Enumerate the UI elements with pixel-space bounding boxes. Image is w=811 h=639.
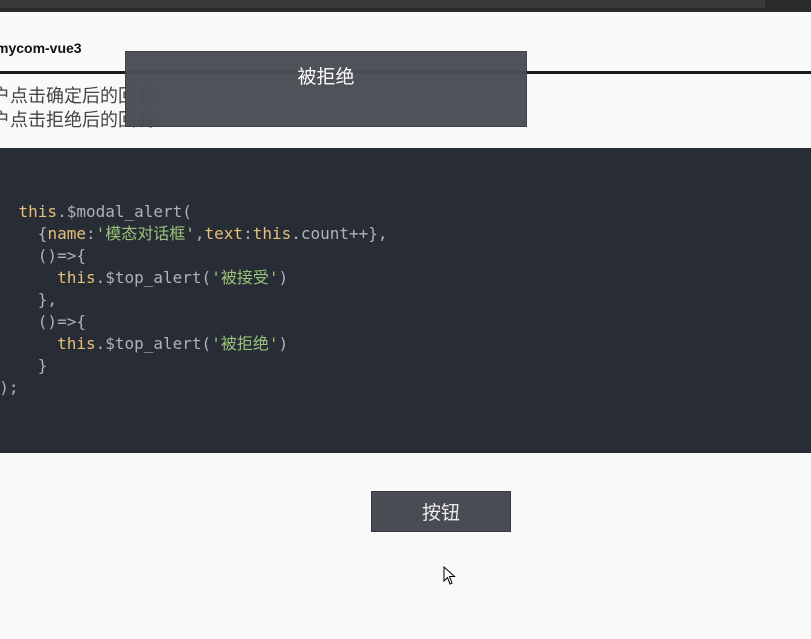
code-punct: }, (37, 290, 58, 309)
code-string: '被拒绝' (211, 334, 279, 353)
code-punct: ) (278, 268, 289, 287)
code-keyword: this (18, 202, 58, 221)
code-prop: text (204, 224, 244, 243)
code-punct: : (85, 224, 96, 243)
brand-title[interactable]: mycom-vue3 (0, 40, 82, 56)
code-block: this.$modal_alert( {name:'模态对话框',text:th… (0, 148, 811, 453)
code-keyword: this (57, 268, 96, 287)
demo-button[interactable]: 按钮 (371, 491, 511, 532)
code-prop: name (47, 224, 86, 243)
code-keyword: this (252, 224, 292, 243)
toast-message: 被拒绝 (297, 65, 355, 88)
code-keyword: this (57, 334, 96, 353)
code-string: '被接受' (211, 268, 279, 287)
code-punct: : (243, 224, 253, 243)
code-punct: ) (278, 334, 289, 353)
code-call: .$modal_alert( (57, 202, 192, 221)
code-punct: { (37, 224, 48, 243)
top-alert-toast: 被拒绝 (125, 51, 527, 127)
mouse-cursor-icon (443, 566, 456, 585)
code-string: '模态对话框' (95, 224, 195, 243)
code-call: .count++}, (291, 224, 388, 243)
page: mycom-vue3 户点击确定后的回调 户点击拒绝后的回调 this.$mod… (0, 12, 811, 639)
browser-top-bar (0, 0, 811, 12)
code-text: this.$modal_alert( {name:'模态对话框',text:th… (0, 201, 388, 399)
browser-tab-strip (0, 0, 765, 8)
code-arrow: ()=>{ (37, 312, 86, 331)
code-punct: , (194, 224, 205, 243)
code-call: .$top_alert( (95, 268, 212, 287)
code-call: .$top_alert( (95, 334, 212, 353)
code-arrow: ()=>{ (37, 246, 86, 265)
code-punct: } (37, 356, 48, 375)
code-punct: ); (0, 378, 19, 397)
